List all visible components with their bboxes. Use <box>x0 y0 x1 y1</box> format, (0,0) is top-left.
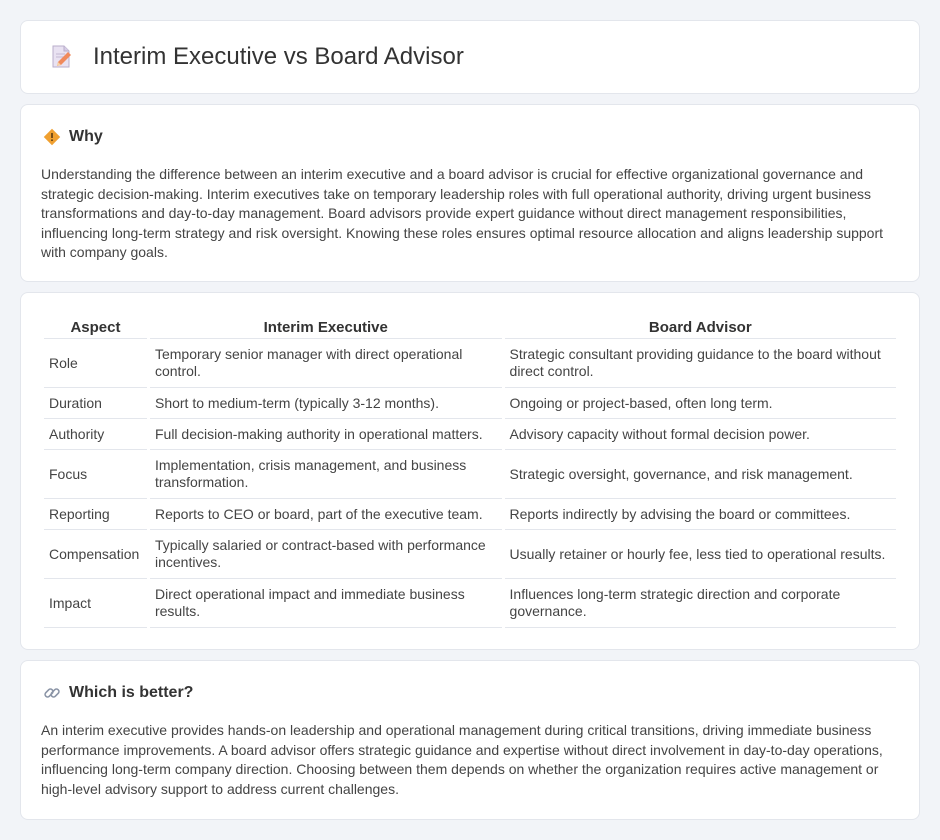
board-cell: Ongoing or project-based, often long ter… <box>504 388 896 419</box>
interim-cell: Temporary senior manager with direct ope… <box>149 339 502 388</box>
comparison-section: Aspect Interim Executive Board Advisor R… <box>20 292 920 650</box>
header-card: Interim Executive vs Board Advisor <box>20 20 920 94</box>
board-cell: Usually retainer or hourly fee, less tie… <box>504 530 896 579</box>
interim-cell: Typically salaried or contract-based wit… <box>149 530 502 579</box>
better-heading: Which is better? <box>43 684 193 702</box>
table-row: Reporting Reports to CEO or board, part … <box>44 499 896 530</box>
page-title: Interim Executive vs Board Advisor <box>93 43 464 70</box>
document-pencil-icon <box>47 43 75 71</box>
board-cell: Reports indirectly by advising the board… <box>504 499 896 530</box>
aspect-cell: Impact <box>44 579 147 628</box>
interim-cell: Direct operational impact and immediate … <box>149 579 502 628</box>
why-text: Understanding the difference between an … <box>41 166 884 260</box>
diamond-warning-icon <box>43 128 61 146</box>
better-title: Which is better? <box>69 684 194 701</box>
link-icon <box>43 684 61 702</box>
board-cell: Influences long-term strategic direction… <box>504 579 896 628</box>
aspect-cell: Compensation <box>44 530 147 579</box>
comparison-table: Aspect Interim Executive Board Advisor R… <box>41 317 899 628</box>
title-row: Interim Executive vs Board Advisor <box>47 43 464 71</box>
better-text: An interim executive provides hands-on l… <box>41 722 883 797</box>
interim-cell: Implementation, crisis management, and b… <box>149 450 502 499</box>
board-cell: Strategic consultant providing guidance … <box>504 339 896 388</box>
table-header-row: Aspect Interim Executive Board Advisor <box>44 317 896 339</box>
why-heading: Why <box>43 128 103 146</box>
table-row: Compensation Typically salaried or contr… <box>44 530 896 579</box>
which-is-better-section: Which is better? An interim executive pr… <box>20 660 920 820</box>
table-row: Impact Direct operational impact and imm… <box>44 579 896 628</box>
table-row: Role Temporary senior manager with direc… <box>44 339 896 388</box>
header-interim-executive: Interim Executive <box>149 317 502 339</box>
why-section: Why Understanding the difference between… <box>20 104 920 282</box>
aspect-cell: Reporting <box>44 499 147 530</box>
table-row: Duration Short to medium-term (typically… <box>44 388 896 419</box>
header-board-advisor: Board Advisor <box>504 317 896 339</box>
board-cell: Advisory capacity without formal decisio… <box>504 419 896 450</box>
interim-cell: Full decision-making authority in operat… <box>149 419 502 450</box>
why-title: Why <box>69 128 103 145</box>
aspect-cell: Authority <box>44 419 147 450</box>
aspect-cell: Role <box>44 339 147 388</box>
table-row: Authority Full decision-making authority… <box>44 419 896 450</box>
interim-cell: Reports to CEO or board, part of the exe… <box>149 499 502 530</box>
interim-cell: Short to medium-term (typically 3-12 mon… <box>149 388 502 419</box>
aspect-cell: Duration <box>44 388 147 419</box>
table-row: Focus Implementation, crisis management,… <box>44 450 896 499</box>
header-aspect: Aspect <box>44 317 147 339</box>
aspect-cell: Focus <box>44 450 147 499</box>
board-cell: Strategic oversight, governance, and ris… <box>504 450 896 499</box>
